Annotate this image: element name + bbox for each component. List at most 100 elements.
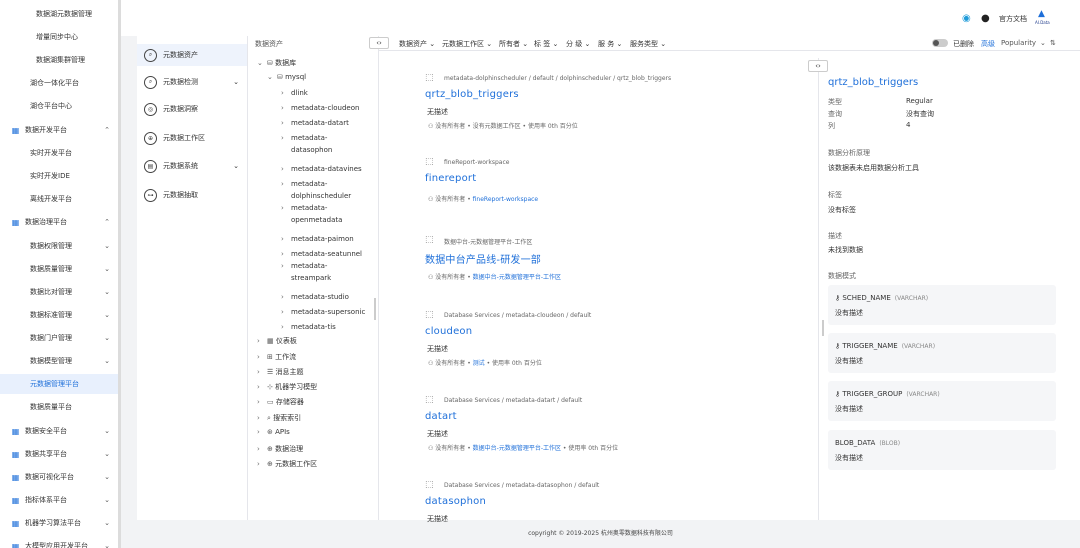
tree-node-child[interactable]: dolphinscheduler [291, 192, 351, 200]
nav-item[interactable]: ▦ 数据可视化平台 ⌄ [0, 467, 119, 487]
side-menu-item[interactable]: ⌕ 元数据检测 ⌄ [137, 71, 247, 93]
tree-node-child[interactable]: › dlink [281, 89, 308, 97]
schema-field[interactable]: ⚷ TRIGGER_GROUP (VARCHAR) 没有描述 [828, 381, 1056, 421]
workspace-link[interactable]: 数据中台-元数据管理平台-工作区 [473, 274, 561, 281]
tree-expand-icon[interactable]: › [257, 383, 267, 391]
tree-expand-icon[interactable]: › [257, 368, 267, 376]
nav-item[interactable]: 数据湖元数据管理 [0, 4, 119, 24]
workspace-link[interactable]: fineReport-workspace [473, 196, 538, 203]
chat-icon[interactable]: ◉ [962, 13, 971, 24]
card-title[interactable]: finereport [425, 173, 476, 184]
tree-expand-icon[interactable]: ⌄ [257, 59, 267, 67]
filter-dropdown[interactable]: 分 级 ⌄ [566, 39, 590, 49]
card-breadcrumb[interactable]: metadata-dolphinscheduler / default / do… [444, 75, 671, 82]
sort-order-icon[interactable]: ⇅ [1050, 39, 1056, 47]
card-breadcrumb[interactable]: Database Services / metadata-cloudeon / … [444, 312, 591, 319]
card-breadcrumb[interactable]: Database Services / metadata-datasophon … [444, 482, 599, 489]
detail-scrollbar[interactable] [822, 320, 824, 336]
tree-node-child[interactable]: › metadata-tis [281, 323, 336, 331]
side-menu-item[interactable]: ▤ 元数据系统 ⌄ [137, 155, 247, 177]
card-title[interactable]: cloudeon [425, 326, 472, 337]
nav-item[interactable]: 数据比对管理 ⌄ [0, 282, 119, 302]
collapse-detail-button[interactable]: ‹› [808, 60, 828, 72]
card-title[interactable]: datasophon [425, 496, 486, 507]
filter-dropdown[interactable]: 服 务 ⌄ [598, 39, 622, 49]
filter-dropdown[interactable]: 元数据工作区 ⌄ [442, 39, 492, 49]
tree-expand-icon[interactable]: › [281, 323, 291, 331]
tree-expand-icon[interactable]: › [281, 89, 291, 97]
workspace-link[interactable]: 测试 [473, 360, 485, 367]
schema-field[interactable]: ⚷ TRIGGER_NAME (VARCHAR) 没有描述 [828, 333, 1056, 373]
card-breadcrumb[interactable]: 数据中台-元数据管理平台-工作区 [444, 237, 532, 246]
nav-item[interactable]: ▦ 数据开发平台 ⌃ [0, 120, 119, 140]
card-title[interactable]: 数据中台产品线-研发一部 [425, 251, 541, 266]
tree-node-child[interactable]: › metadata- [281, 180, 327, 188]
tree-node-category[interactable]: › ▦ 仪表板 [257, 336, 297, 346]
tree-expand-icon[interactable]: › [257, 460, 267, 468]
tree-scrollbar[interactable] [374, 298, 376, 320]
tree-node-category[interactable]: › ⊹ 机器学习模型 [257, 382, 317, 392]
nav-item[interactable]: ▦ 数据安全平台 ⌄ [0, 421, 119, 441]
tree-node-child[interactable]: › metadata- [281, 134, 327, 142]
tree-expand-icon[interactable]: › [281, 308, 291, 316]
nav-item[interactable]: ▦ 指标体系平台 ⌄ [0, 490, 119, 510]
tree-expand-icon[interactable]: › [257, 398, 267, 406]
tree-node-child[interactable]: › metadata-cloudeon [281, 104, 359, 112]
tree-node-category[interactable]: › ⊛ APIs [257, 428, 290, 436]
nav-item[interactable]: ▦ 大模型应用开发平台 ⌄ [0, 536, 119, 548]
nav-item[interactable]: 元数据管理平台 [0, 374, 119, 394]
card-breadcrumb[interactable]: fineReport-workspace [444, 159, 509, 166]
nav-item[interactable]: 离线开发平台 [0, 189, 119, 209]
side-menu-item[interactable]: ⌕ 元数据资产 [137, 44, 247, 66]
advanced-link[interactable]: 高级 [981, 39, 995, 49]
card-breadcrumb[interactable]: Database Services / metadata-datart / de… [444, 397, 582, 404]
tree-node-category[interactable]: › ⊞ 工作流 [257, 352, 296, 362]
nav-item[interactable]: ▦ 机器学习算法平台 ⌄ [0, 513, 119, 533]
nav-item[interactable]: 实时开发平台 [0, 143, 119, 163]
tree-node-child[interactable]: › metadata-studio [281, 293, 349, 301]
tree-node-child[interactable]: datasophon [291, 146, 332, 154]
tree-expand-icon[interactable]: ⌄ [267, 73, 277, 81]
deleted-toggle[interactable] [932, 39, 948, 47]
filter-dropdown[interactable]: 数据资产 ⌄ [399, 39, 435, 49]
filter-dropdown[interactable]: 服务类型 ⌄ [630, 39, 666, 49]
tree-node-category[interactable]: › ☰ 消息主题 [257, 367, 304, 377]
nav-item[interactable]: 湖仓平台中心 [0, 96, 119, 116]
tree-node-category[interactable]: › ⊕ 元数据工作区 [257, 459, 317, 469]
tree-expand-icon[interactable]: › [257, 353, 267, 361]
nav-item[interactable]: 数据质量管理 ⌄ [0, 259, 119, 279]
tree-expand-icon[interactable]: › [281, 235, 291, 243]
tree-node-database[interactable]: ⌄ ⛁ 数据库 [257, 58, 296, 68]
tree-expand-icon[interactable]: › [281, 119, 291, 127]
card-title[interactable]: datart [425, 411, 457, 422]
tree-node-category[interactable]: › ⊕ 数据治理 [257, 444, 303, 454]
nav-item[interactable]: 数据权限管理 ⌄ [0, 236, 119, 256]
nav-item[interactable]: 数据湖集群管理 [0, 50, 119, 70]
nav-item[interactable]: 数据模型管理 ⌄ [0, 351, 119, 371]
tree-node-child[interactable]: › metadata- [281, 204, 327, 212]
tree-expand-icon[interactable]: › [281, 165, 291, 173]
nav-item[interactable]: 数据门户管理 ⌄ [0, 328, 119, 348]
github-icon[interactable]: ● [981, 13, 990, 24]
tree-expand-icon[interactable]: › [257, 445, 267, 453]
side-menu-item[interactable]: ⊕ 元数据工作区 [137, 127, 247, 149]
tree-expand-icon[interactable]: › [281, 104, 291, 112]
tree-node-category[interactable]: › ⌕ 搜索索引 [257, 413, 301, 423]
schema-field[interactable]: ⚷ SCHED_NAME (VARCHAR) 没有描述 [828, 285, 1056, 325]
filter-dropdown[interactable]: 所有者 ⌄ [499, 39, 528, 49]
tree-node-child[interactable]: streampark [291, 274, 331, 282]
docs-link[interactable]: 官方文档 [999, 14, 1027, 24]
tree-node-child[interactable]: › metadata- [281, 262, 327, 270]
detail-title[interactable]: qrtz_blob_triggers [828, 77, 918, 88]
sort-select[interactable]: Popularity [1001, 39, 1036, 47]
tree-node-child[interactable]: › metadata-datavines [281, 165, 362, 173]
nav-item[interactable]: 实时开发IDE [0, 166, 119, 186]
filter-dropdown[interactable]: 标 签 ⌄ [534, 39, 558, 49]
nav-item[interactable]: 增量同步中心 [0, 27, 119, 47]
nav-item[interactable]: 数据标准管理 ⌄ [0, 305, 119, 325]
tree-node-mysql[interactable]: ⌄ ⛁ mysql [267, 73, 306, 81]
nav-item[interactable]: ▦ 数据共享平台 ⌄ [0, 444, 119, 464]
chevron-down-icon[interactable]: ⌄ [1040, 39, 1046, 47]
tree-expand-icon[interactable]: › [281, 134, 291, 142]
collapse-tree-button[interactable]: ‹› [369, 37, 389, 49]
